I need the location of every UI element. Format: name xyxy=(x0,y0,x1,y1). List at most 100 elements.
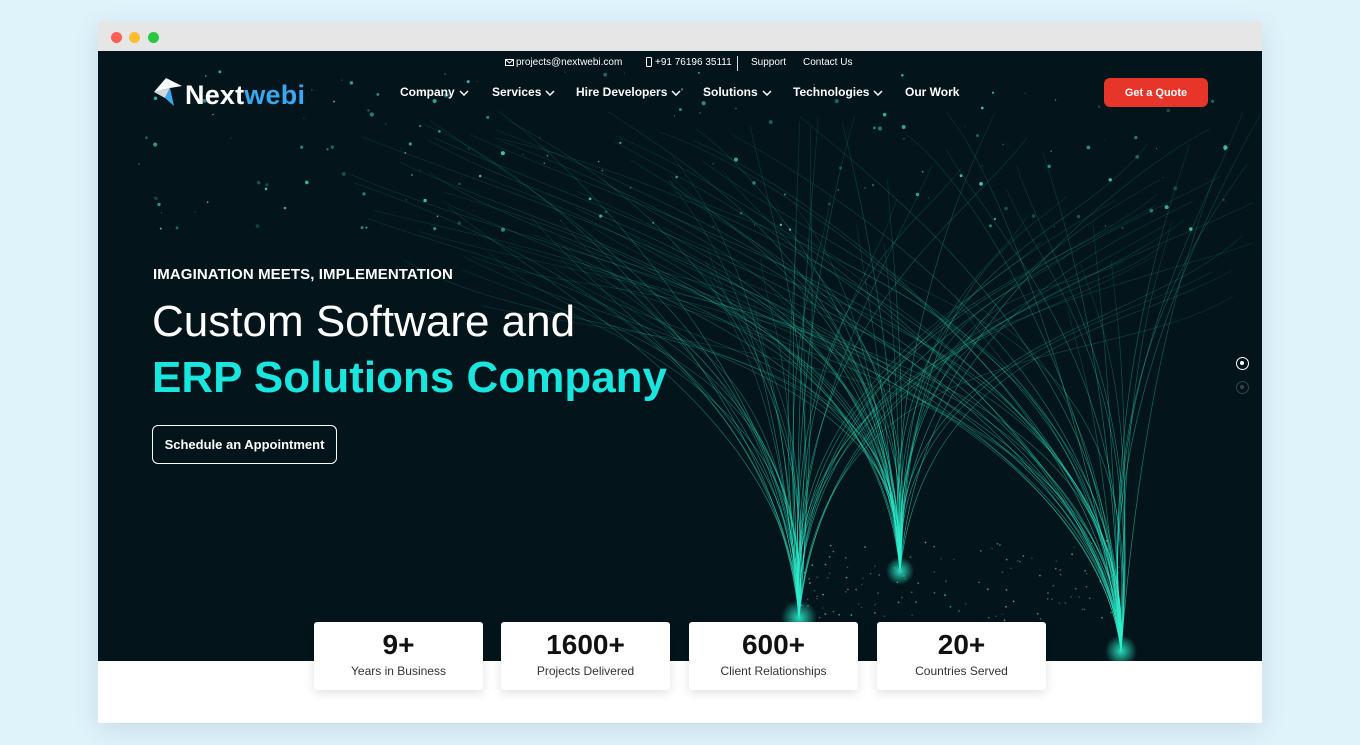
light-particle xyxy=(264,187,268,191)
nav-our-work[interactable]: Our Work xyxy=(905,85,959,99)
fiber-strand xyxy=(530,216,800,619)
floor-particle xyxy=(1085,585,1088,588)
topbar-email[interactable]: projects@nextwebi.com xyxy=(505,57,622,68)
light-particle xyxy=(740,212,743,215)
light-particle xyxy=(902,137,905,140)
floor-particle xyxy=(1019,560,1021,563)
floor-particle xyxy=(1078,596,1081,599)
floor-particle xyxy=(832,610,835,613)
light-particle xyxy=(303,117,305,120)
light-particle xyxy=(993,217,997,221)
floor-particle xyxy=(1005,588,1008,591)
floor-particle xyxy=(878,574,881,576)
light-particle xyxy=(1086,145,1091,150)
light-particle xyxy=(603,72,608,77)
nav-solutions[interactable]: Solutions xyxy=(703,85,772,99)
light-particle xyxy=(675,175,678,179)
floor-particle xyxy=(850,614,853,616)
light-particle xyxy=(619,141,622,145)
hero-headline-line1: Custom Software and xyxy=(152,297,576,346)
light-particle xyxy=(419,169,422,171)
close-window-button[interactable] xyxy=(111,32,122,43)
light-particle xyxy=(827,202,831,206)
nav-technologies[interactable]: Technologies xyxy=(793,85,883,99)
light-particle xyxy=(1134,135,1138,140)
light-particle xyxy=(330,145,335,149)
light-particle xyxy=(369,112,374,117)
light-particle xyxy=(138,163,140,165)
floor-particle xyxy=(1046,598,1049,600)
floor-particle xyxy=(933,591,936,594)
stat-value: 9+ xyxy=(382,629,415,660)
minimize-window-button[interactable] xyxy=(129,32,140,43)
floor-particle xyxy=(958,610,960,612)
floor-particle xyxy=(860,583,863,586)
fiber-strand xyxy=(1116,163,1248,652)
light-particle xyxy=(360,226,364,230)
floor-particle xyxy=(1083,608,1086,611)
floor-particle xyxy=(1117,571,1120,574)
light-particle xyxy=(423,198,427,203)
light-particle xyxy=(1098,105,1101,108)
chevron-down-icon xyxy=(545,90,555,96)
floor-particle xyxy=(978,581,981,584)
light-particle xyxy=(837,189,840,191)
light-particle xyxy=(979,181,983,186)
browser-window: projects@nextwebi.com +91 76196 35111 Su… xyxy=(98,22,1262,723)
stat-card-projects: 1600+ Projects Delivered xyxy=(501,622,670,690)
contact-us-link[interactable]: Contact Us xyxy=(803,57,852,68)
floor-particle xyxy=(818,616,821,619)
light-particle xyxy=(1173,186,1178,191)
fiber-strand xyxy=(724,173,902,572)
floor-particle xyxy=(1058,602,1061,604)
light-particle xyxy=(873,126,876,130)
floor-particle xyxy=(1009,567,1012,570)
floor-particle xyxy=(808,582,811,584)
fiber-strand xyxy=(730,133,1122,652)
maximize-window-button[interactable] xyxy=(148,32,159,43)
nav-services[interactable]: Services xyxy=(492,85,555,99)
hero-section: projects@nextwebi.com +91 76196 35111 Su… xyxy=(98,51,1262,661)
topbar-phone[interactable]: +91 76196 35111 xyxy=(646,57,732,68)
light-particle xyxy=(712,225,715,228)
slide-dot-2[interactable] xyxy=(1236,381,1249,394)
light-particle xyxy=(1162,177,1164,178)
floor-particle xyxy=(1064,602,1067,605)
light-particle xyxy=(1054,99,1057,101)
slide-dot-1[interactable] xyxy=(1236,357,1249,370)
light-particle xyxy=(457,221,462,225)
light-particle xyxy=(1031,214,1036,218)
floor-particle xyxy=(1073,546,1076,549)
light-particle xyxy=(564,71,566,73)
nav-company[interactable]: Company xyxy=(400,85,469,99)
light-particle xyxy=(204,75,207,77)
floor-particle xyxy=(1101,616,1103,619)
contact-topbar: projects@nextwebi.com +91 76196 35111 Su… xyxy=(98,56,1262,71)
floor-particle xyxy=(1099,580,1102,583)
chevron-down-icon xyxy=(762,90,772,96)
light-particle xyxy=(1047,164,1051,168)
nav-hire-developers[interactable]: Hire Developers xyxy=(576,85,681,99)
light-particle xyxy=(432,99,437,104)
light-particle xyxy=(927,197,929,199)
light-particle xyxy=(877,126,883,131)
floor-particle xyxy=(924,541,927,544)
fiber-strand xyxy=(897,113,995,572)
schedule-appointment-button[interactable]: Schedule an Appointment xyxy=(152,425,337,464)
light-particle xyxy=(362,192,366,196)
fiber-strand xyxy=(798,219,1185,619)
stat-card-countries: 20+ Countries Served xyxy=(877,622,1046,690)
floor-particle xyxy=(1090,542,1093,545)
fiber-strand xyxy=(798,175,1222,619)
light-particle xyxy=(752,181,756,185)
light-particle xyxy=(458,182,461,186)
floor-particle xyxy=(1055,560,1058,563)
light-particle xyxy=(735,107,737,110)
support-link[interactable]: Support xyxy=(751,57,786,68)
light-particle xyxy=(522,153,524,156)
get-a-quote-button[interactable]: Get a Quote xyxy=(1104,78,1208,107)
light-particle xyxy=(400,147,402,149)
light-particle xyxy=(218,70,222,74)
floor-particle xyxy=(857,603,860,605)
light-particle xyxy=(901,74,904,77)
